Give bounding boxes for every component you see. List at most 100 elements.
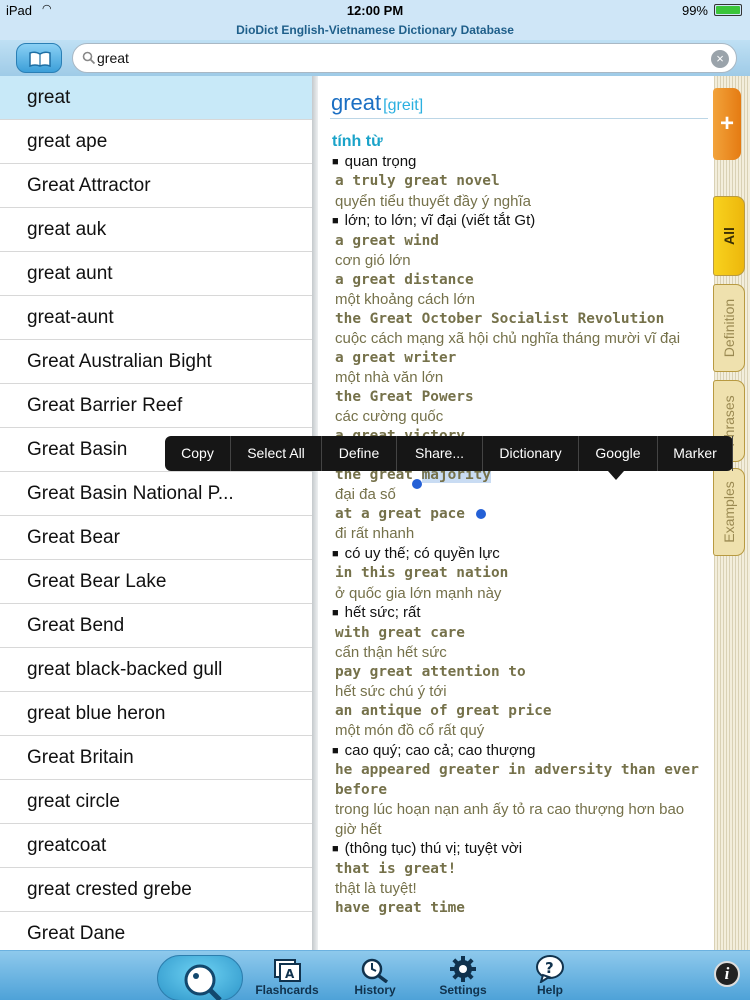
example-phrase: pay great attention to [335,663,526,680]
example-phrase: the Great October Socialist Revolution [335,310,665,327]
headword: great [331,90,382,115]
word-list-item[interactable]: Great Bend [0,604,312,648]
text-selection-menu: Copy Select All Define Share... Dictiona… [165,436,733,480]
menu-dictionary[interactable]: Dictionary [483,436,579,471]
word-list-item[interactable]: Great Australian Bight [0,340,312,384]
example-translation: thật là tuyệt! [335,880,417,897]
info-button[interactable]: i [714,961,740,987]
search-input[interactable]: great × [72,43,737,73]
svg-text:?: ? [545,959,554,977]
menu-select-all[interactable]: Select All [231,436,322,471]
add-tab-button[interactable]: + [713,88,741,160]
example-translation: đi rất nhanh [335,525,415,542]
word-list-item[interactable]: greatcoat [0,824,312,868]
tab-definition[interactable]: Definition [713,284,745,372]
sense-definition: lớn; to lớn; vĩ đại (viết tắt Gt) [332,211,708,232]
sense-definition: cao quý; cao cả; cao thượng [332,741,708,762]
word-list-item[interactable]: great ape [0,120,312,164]
menu-share[interactable]: Share... [397,436,483,471]
sense-definition: quan trọng [332,152,708,173]
headword-row: great [greit] [331,90,423,116]
battery-percent: 99% [681,3,708,18]
example-phrase: a truly great novel [335,173,500,189]
word-list-item[interactable]: great aunt [0,252,312,296]
menu-copy[interactable]: Copy [165,436,231,471]
word-list-item[interactable]: great black-backed gull [0,648,312,692]
search-value: great [97,50,129,66]
svg-text:A: A [285,967,295,981]
battery-icon [714,4,742,16]
home-search-button[interactable] [157,955,243,1000]
example-translation: cơn gió lớn [335,252,411,269]
dictionary-book-button[interactable] [16,43,62,73]
selection-end-handle[interactable] [476,509,486,519]
example-translation: các cường quốc [335,408,444,425]
sense-definition: (thông tục) thú vị; tuyệt vời [332,839,708,860]
example-translation: ở quốc gia lớn mạnh này [335,584,502,602]
example-translation: một nhà văn lớn [335,369,444,386]
tab-definition-label: Definition [721,298,737,358]
menu-marker[interactable]: Marker [658,436,733,471]
example-translation: trong lúc hoạn nạn anh ấy tỏ ra cao thượ… [335,801,685,838]
sense-definition: có uy thế; có quyền lực [332,544,708,565]
history-icon [361,958,389,983]
example-phrase: a great distance [335,271,474,288]
example-translation: một món đồ cổ rất quý [335,722,485,739]
word-list-item[interactable]: Great Bear Lake [0,560,312,604]
example-translation: một khoảng cách lớn [335,291,475,308]
tab-help-label: Help [536,983,563,997]
example-phrase: a great wind [335,232,439,249]
selection-start-handle[interactable] [412,479,422,489]
app-title: DioDict English-Vietnamese Dictionary Da… [0,20,750,40]
word-list-item[interactable]: great circle [0,780,312,824]
tab-all-label: All [721,227,737,245]
example-translation: hết sức chú ý tới [335,683,447,700]
search-bar: great × [0,40,750,76]
example-translation: quyển tiểu thuyết đầy ý nghĩa [335,192,531,210]
example-phrase: have great time [335,899,465,916]
example-phrase: that is great! [335,860,457,877]
tab-examples-label: Examples [721,481,737,543]
example-phrase: a great writer [335,349,457,366]
word-list-item[interactable]: Great Attractor [0,164,312,208]
word-list-item[interactable]: Great Bear [0,516,312,560]
example-phrase: with great care [335,624,465,641]
word-list-item[interactable]: Great Basin National P... [0,472,312,516]
menu-define[interactable]: Define [322,436,397,471]
definition-body: tính từ quan trọnga truly great novel quy… [332,132,708,918]
tab-settings[interactable]: Settings [423,955,503,997]
tab-all[interactable]: All [713,196,745,276]
example-translation: đại đa số [335,486,396,503]
definition-panel[interactable]: great[greit] tính từ quan trọnga truly g… [318,76,714,950]
menu-google[interactable]: Google [579,436,658,471]
example-phrase: in this great nation [335,565,509,581]
word-list-item[interactable]: great auk [0,208,312,252]
sense-definition: hết sức; rất [332,603,708,624]
clock: 12:00 PM [346,3,404,18]
pronunciation: [greit] [383,97,424,114]
tab-help[interactable]: ? Help [510,955,590,997]
app-root: iPad ◠ 12:00 PM 99% DioDict English-Viet… [0,0,750,1000]
tab-examples[interactable]: Examples [713,468,745,556]
tab-history[interactable]: History [335,955,415,997]
word-list-item[interactable]: great blue heron [0,692,312,736]
word-list-item[interactable]: Great Dane [0,912,312,950]
word-list-item[interactable]: Great Britain [0,736,312,780]
example-phrase: an antique of great price [335,702,552,719]
word-list-item[interactable]: great [0,76,312,120]
bottom-tab-bar: A Flashcards History Settings ? Help i [0,950,750,1000]
clear-search-button[interactable]: × [711,50,729,68]
tab-history-label: History [354,983,396,997]
headword-divider [330,118,708,119]
example-phrase: he appeared greater in adversity than ev… [335,762,699,798]
gear-icon [450,956,476,982]
word-list-item[interactable]: great crested grebe [0,868,312,912]
example-translation: cẩn thận hết sức [335,644,447,661]
word-list-item[interactable]: Great Barrier Reef [0,384,312,428]
word-list[interactable]: great great ape Great Attractor great auk gr… [0,76,312,950]
tab-settings-label: Settings [439,983,487,997]
word-list-item[interactable]: great-aunt [0,296,312,340]
tab-flashcards[interactable]: A Flashcards [247,955,327,997]
part-of-speech: tính từ [332,133,383,150]
search-icon [82,51,96,65]
